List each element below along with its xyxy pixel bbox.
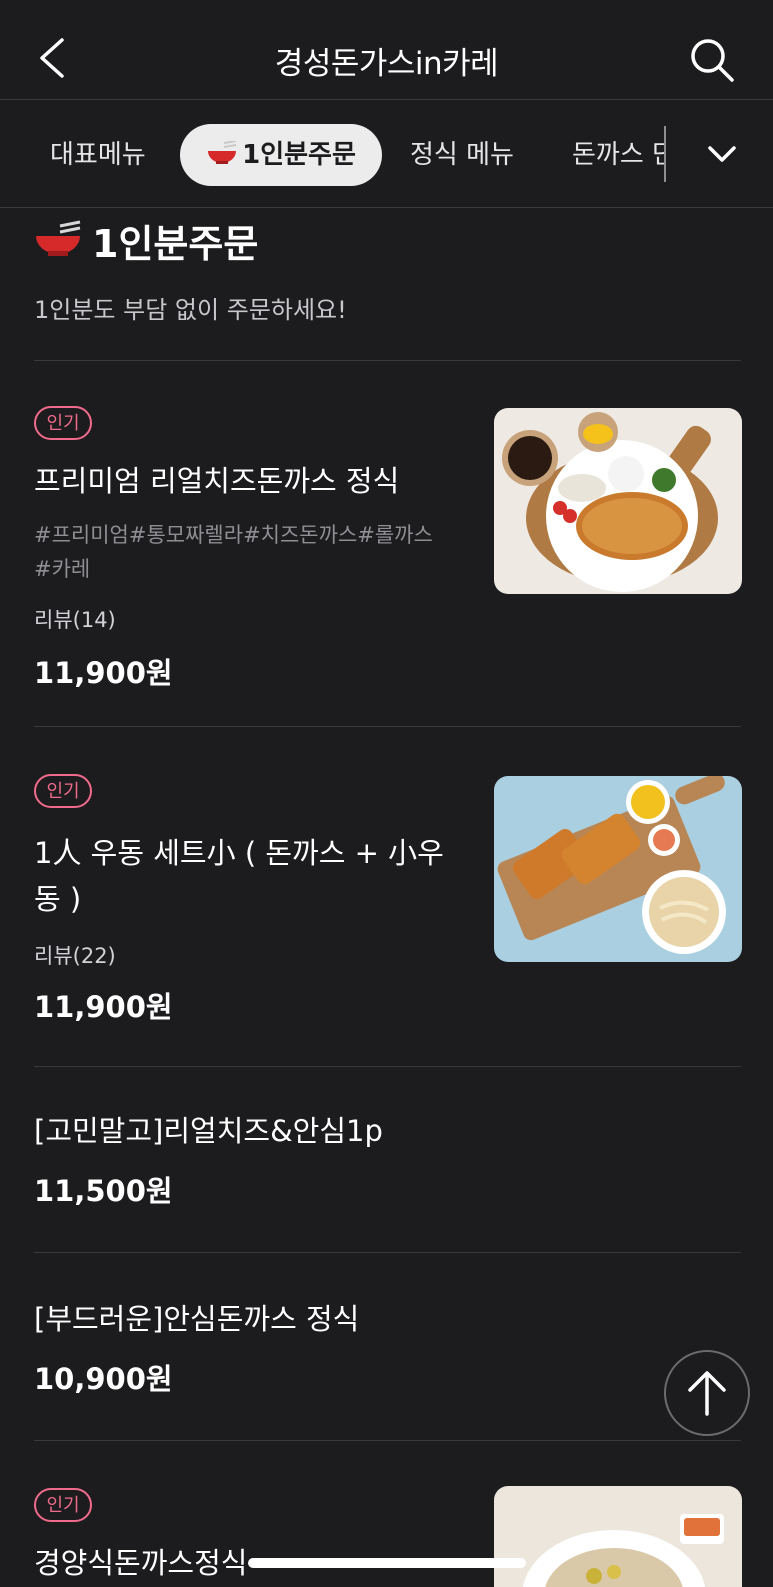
menu-item-review: 리뷰(14) (34, 608, 116, 632)
expand-tabs-button[interactable] (702, 136, 742, 172)
menu-item-price: 11,900원 (34, 990, 173, 1024)
menu-item-tags: #프리미엄#통모짜렐라#치즈돈까스#롤까스 #카레 (34, 518, 474, 586)
menu-item-price: 10,900원 (34, 1362, 173, 1396)
tab-set-menu[interactable]: 정식 메뉴 (410, 124, 514, 186)
menu-item-photo (494, 408, 742, 594)
popular-badge: 인기 (34, 1488, 92, 1522)
menu-item-price: 11,900원 (34, 656, 173, 690)
menu-item-name: [고민말고]리얼치즈&안심1p (34, 1114, 383, 1148)
menu-item-name-line: 1人 우동 세트小 ( 돈까스 + 小우 (34, 836, 444, 870)
tab-divider (664, 126, 666, 182)
menu-item-photo (494, 776, 742, 962)
menu-item-photo (494, 1486, 742, 1587)
tab-donkatsu[interactable]: 돈까스 단 (572, 124, 664, 186)
search-button[interactable] (688, 36, 736, 84)
menu-item-name: 1人 우동 세트小 ( 돈까스 + 小우 동 ) (34, 830, 454, 922)
page-title: 경성돈가스in카레 (274, 46, 499, 82)
search-icon (691, 39, 734, 82)
section-title: 1인분주문 (34, 212, 258, 268)
menu-item-name: [부드러운]안심돈까스 정식 (34, 1302, 360, 1336)
popular-badge: 인기 (34, 774, 92, 808)
arrow-up-icon (688, 1371, 726, 1416)
divider (34, 360, 741, 361)
divider (34, 1252, 741, 1253)
scroll-to-top-button[interactable] (664, 1350, 750, 1436)
home-indicator[interactable] (248, 1558, 526, 1568)
popular-badge: 인기 (34, 406, 92, 440)
menu-item-name: 프리미엄 리얼치즈돈까스 정식 (34, 464, 400, 498)
menu-item-price: 11,500원 (34, 1174, 173, 1208)
menu-item-tags-line: #카레 (34, 557, 91, 581)
tab-single-serving-label: 1인분주문 (242, 140, 356, 170)
menu-item-tags-line: #프리미엄#통모짜렐라#치즈돈까스#롤까스 (34, 523, 433, 547)
tab-single-serving[interactable]: 1인분주문 (180, 124, 382, 186)
bowl-icon (36, 220, 81, 256)
menu-item-name-line: 동 ) (34, 882, 82, 916)
section-subtitle: 1인분도 부담 없이 주문하세요! (34, 296, 347, 324)
divider (34, 726, 741, 727)
divider (34, 1066, 741, 1067)
top-app-bar: 경성돈가스in카레 (0, 0, 773, 100)
tab-signature-menu[interactable]: 대표메뉴 (50, 124, 146, 186)
bowl-icon (208, 140, 237, 164)
category-tabs: 대표메뉴 1인분주문 정식 메뉴 돈까스 단 (0, 100, 773, 208)
section-title-text: 1인분주문 (92, 221, 259, 266)
chevron-down-icon (708, 146, 736, 162)
divider (34, 1440, 741, 1441)
menu-item-review: 리뷰(22) (34, 944, 116, 968)
